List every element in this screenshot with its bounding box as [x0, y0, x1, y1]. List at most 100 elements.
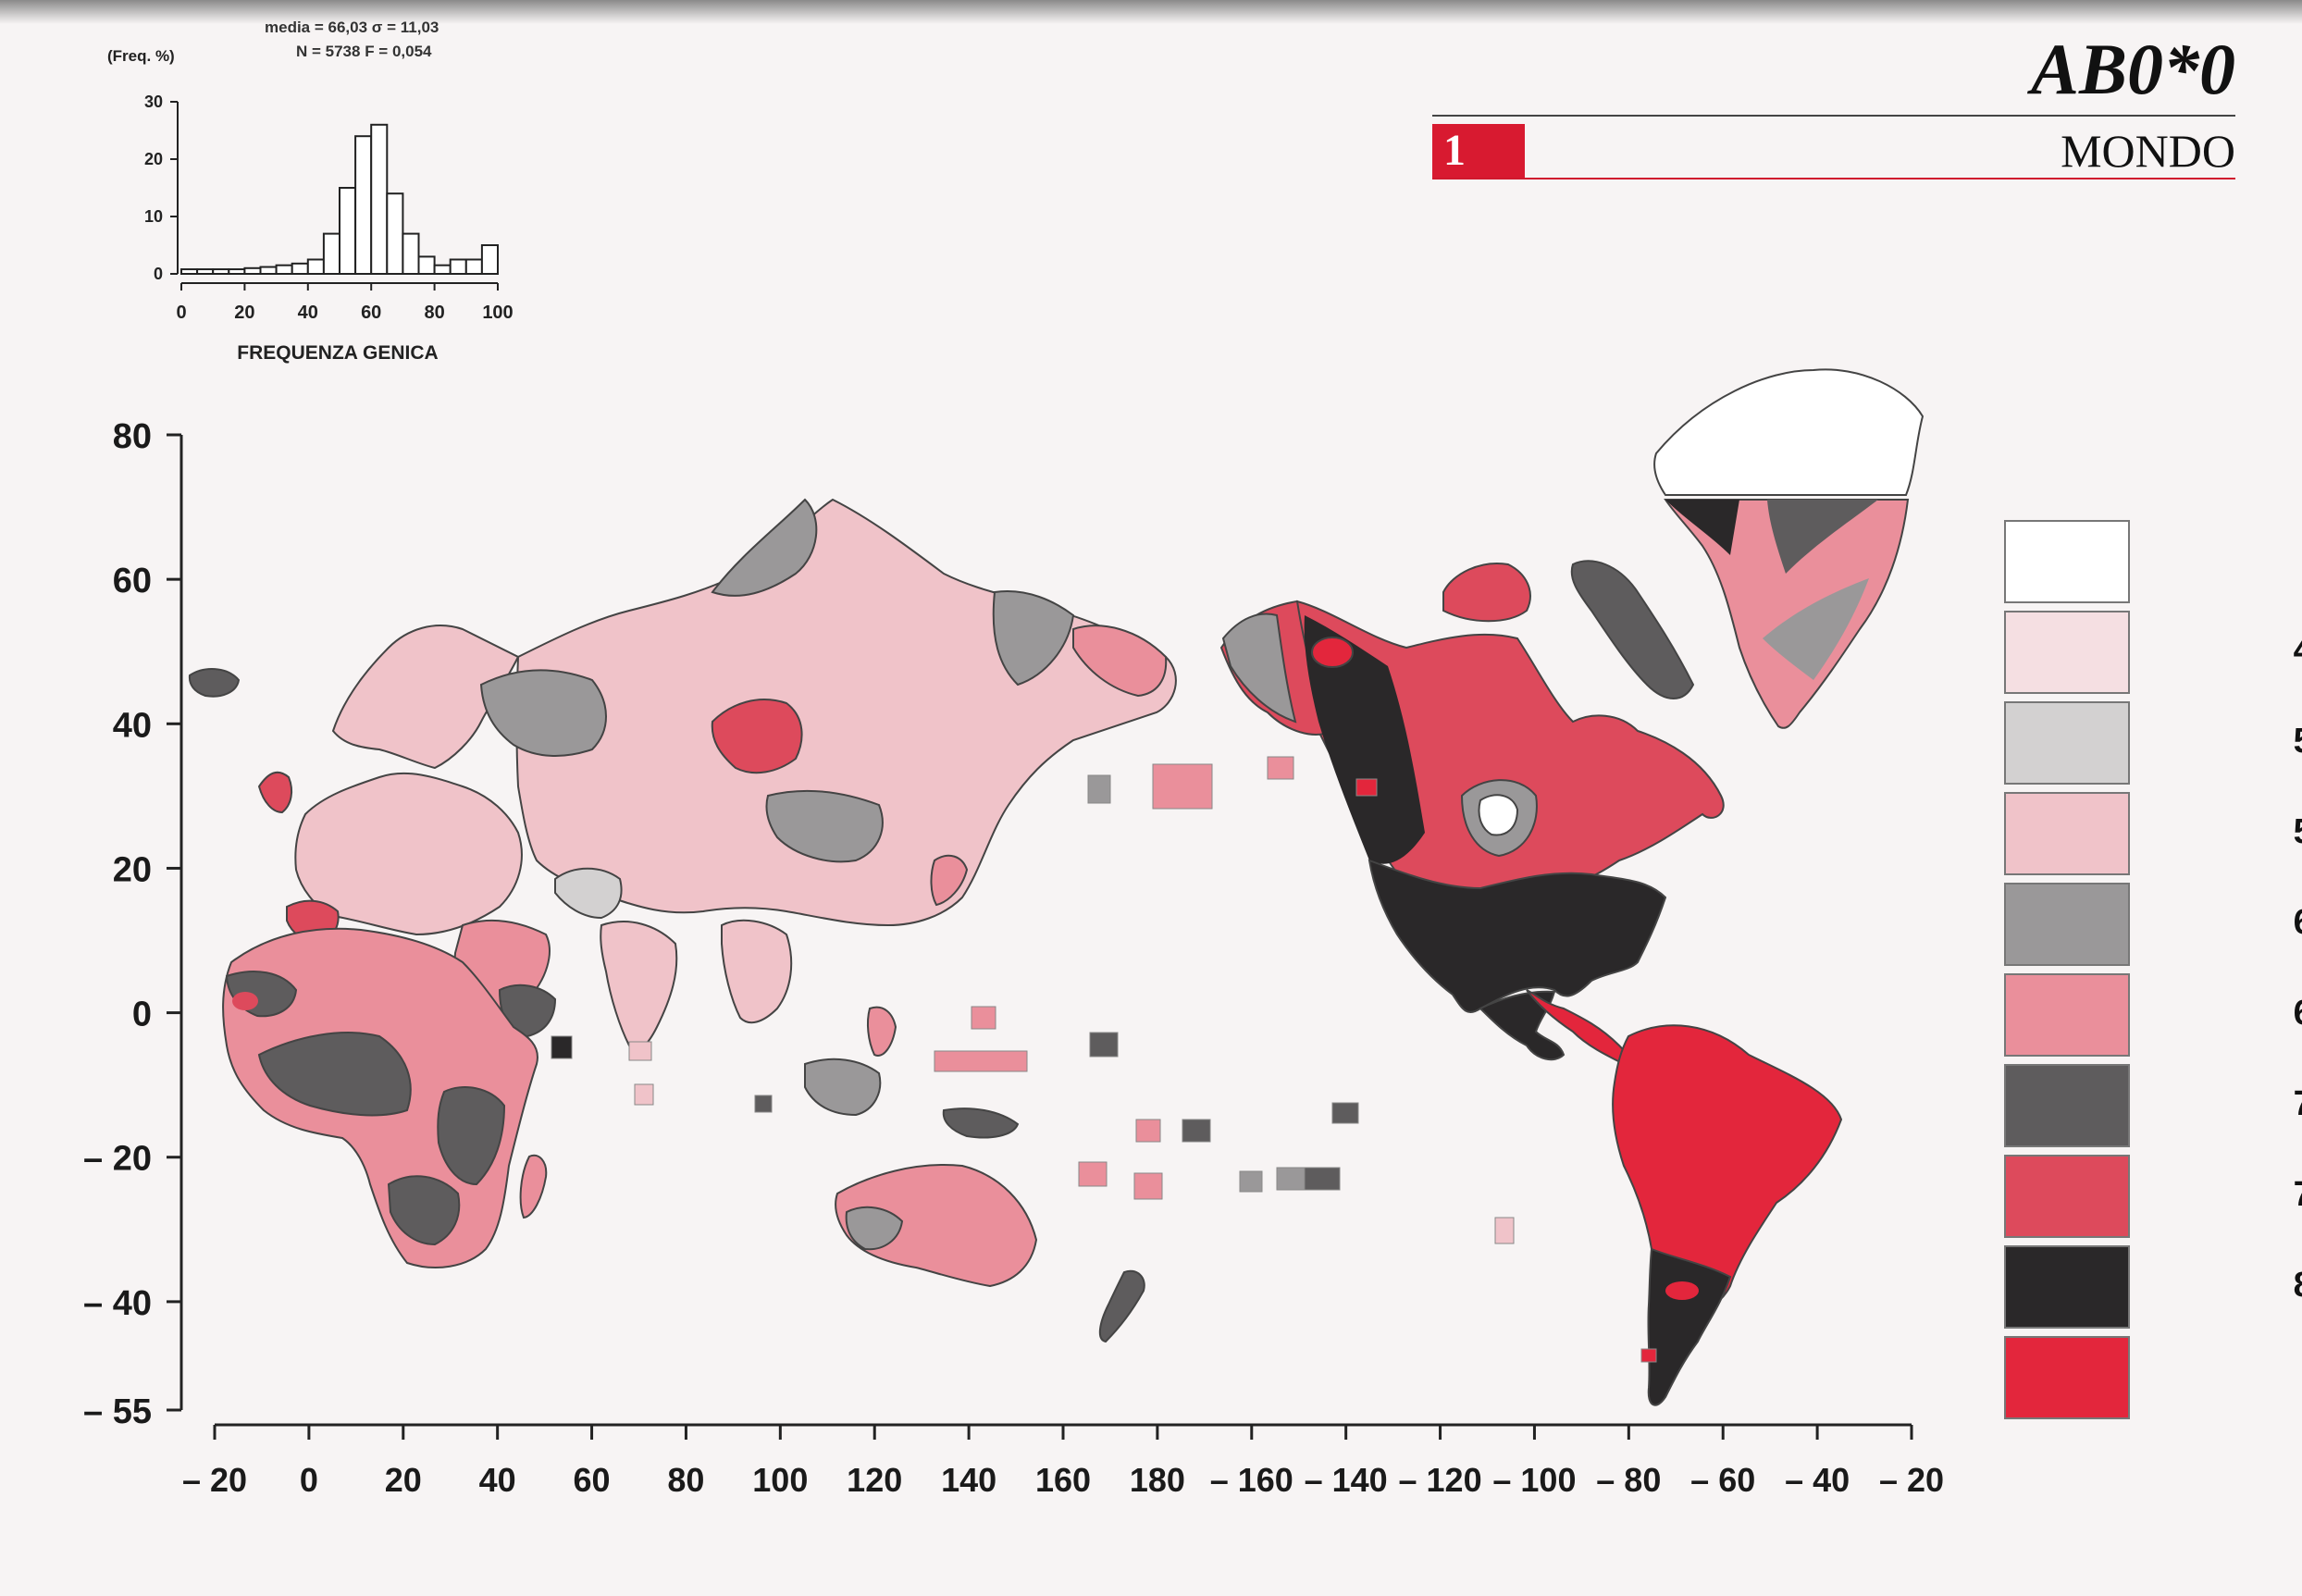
- island-box: [1133, 1172, 1163, 1200]
- legend-label: 60÷65: [2130, 903, 2302, 943]
- lon-tick-label: 60: [574, 1461, 611, 1499]
- lat-tick-label: 40: [113, 706, 152, 745]
- patagonia: [1647, 1247, 1732, 1406]
- lon-tick-label: 100: [752, 1461, 808, 1499]
- lon-tick-label: 140: [941, 1461, 996, 1499]
- baffin-island: [1570, 560, 1695, 699]
- south-america: [1612, 1024, 1843, 1316]
- lat-tick-label: 20: [113, 850, 152, 889]
- argentina-red-spot: [1665, 1281, 1699, 1300]
- island-box: [934, 1050, 1028, 1072]
- usa: [1368, 859, 1667, 1013]
- island-box: [1331, 1102, 1359, 1124]
- island-box: [971, 1006, 996, 1030]
- island-box: [1276, 1167, 1306, 1191]
- legend-label: <45: [2130, 540, 2302, 580]
- lat-tick-label: – 20: [83, 1140, 152, 1179]
- island-box: [628, 1041, 652, 1061]
- legend-label: >95: [2130, 1356, 2302, 1396]
- sundaland-grey: [804, 1058, 882, 1117]
- lat-tick-label: 80: [113, 417, 152, 456]
- lon-tick-label: – 20: [182, 1461, 247, 1499]
- lon-tick-label: 160: [1035, 1461, 1091, 1499]
- greenland-north-unsampled: [1653, 368, 1925, 496]
- legend-row: 50÷55: [2004, 701, 2302, 786]
- legend-label: 65÷70: [2130, 994, 2302, 1033]
- legend-label: 85÷95: [2130, 1266, 2302, 1305]
- island-box: [1078, 1161, 1108, 1187]
- lon-tick-label: 40: [479, 1461, 516, 1499]
- island-box: [1355, 778, 1378, 797]
- legend-row: 65÷70: [2004, 973, 2302, 1058]
- southeast-asia: [721, 919, 793, 1024]
- iceland: [188, 668, 241, 698]
- legend-swatch: [2004, 611, 2130, 694]
- tibet-light: [554, 867, 623, 920]
- british-isles: [257, 771, 293, 814]
- nw-canada-red-spot: [1311, 637, 1354, 668]
- lat-tick-label: – 55: [83, 1392, 152, 1431]
- legend-label: 50÷55: [2130, 722, 2302, 761]
- lon-tick-label: – 140: [1305, 1461, 1388, 1499]
- world-map: 80 60 40 20 0 – 20 – 40 – 55 – 20 0 20 40 60 80 100 12…: [83, 368, 1944, 1499]
- lat-tick-label: 0: [132, 996, 152, 1034]
- india: [600, 921, 678, 1050]
- legend-row: 70÷75: [2004, 1064, 2302, 1149]
- lon-tick-label: – 20: [1879, 1461, 1944, 1499]
- madagascar: [519, 1154, 548, 1219]
- legend-swatch: [2004, 1064, 2130, 1147]
- legend-label: 75÷85: [2130, 1175, 2302, 1215]
- island-box: [1267, 756, 1294, 780]
- island-box: [1304, 1167, 1341, 1191]
- lon-tick-label: 20: [385, 1461, 422, 1499]
- lon-tick-label: – 80: [1596, 1461, 1661, 1499]
- west-africa-red-spot: [232, 992, 258, 1010]
- legend-swatch: [2004, 1336, 2130, 1419]
- legend-row: 75÷85: [2004, 1155, 2302, 1240]
- central-asia-grey: [479, 669, 607, 757]
- island-box: [634, 1083, 654, 1106]
- lat-tick-label: – 40: [83, 1284, 152, 1323]
- lon-tick-label: 180: [1130, 1461, 1185, 1499]
- legend-swatch: [2004, 883, 2130, 966]
- lat-tick-label: 60: [113, 562, 152, 600]
- new-zealand: [1098, 1269, 1145, 1343]
- legend-row: 55÷60: [2004, 792, 2302, 877]
- new-guinea: [942, 1107, 1020, 1139]
- legend-label: 45÷50: [2130, 631, 2302, 671]
- lon-tick-label: – 120: [1399, 1461, 1482, 1499]
- legend-swatch: [2004, 1245, 2130, 1329]
- legend-swatch: [2004, 701, 2130, 785]
- lon-tick-label: 120: [847, 1461, 902, 1499]
- lon-tick-label: – 60: [1690, 1461, 1755, 1499]
- legend-row: >95: [2004, 1336, 2302, 1421]
- lon-tick-label: – 40: [1785, 1461, 1850, 1499]
- island-box: [551, 1035, 573, 1059]
- legend-row: <45: [2004, 520, 2302, 605]
- legend-swatch: [2004, 973, 2130, 1057]
- island-box: [1239, 1170, 1263, 1193]
- legend-swatch: [2004, 1155, 2130, 1238]
- hudson-white: [1478, 794, 1519, 836]
- island-box: [1089, 1032, 1119, 1058]
- legend-swatch: [2004, 792, 2130, 875]
- island-box: [1135, 1119, 1161, 1143]
- island-box: [1087, 774, 1111, 804]
- island-box: [1152, 763, 1213, 810]
- lon-tick-label: – 160: [1210, 1461, 1293, 1499]
- legend-row: 45÷50: [2004, 611, 2302, 696]
- legend-label: 70÷75: [2130, 1084, 2302, 1124]
- island-box: [1494, 1217, 1515, 1244]
- philippines: [866, 1006, 897, 1057]
- legend-swatch: [2004, 520, 2130, 603]
- island-box: [1640, 1348, 1657, 1363]
- legend-row: 60÷65: [2004, 883, 2302, 968]
- north-america-arctic-islands: [1442, 563, 1531, 623]
- lon-tick-label: 80: [667, 1461, 704, 1499]
- legend-row: 85÷95: [2004, 1245, 2302, 1330]
- lon-tick-label: 0: [300, 1461, 318, 1499]
- lon-tick-label: – 100: [1492, 1461, 1576, 1499]
- island-box: [1182, 1119, 1211, 1143]
- island-box: [754, 1095, 773, 1113]
- legend-label: 55÷60: [2130, 812, 2302, 852]
